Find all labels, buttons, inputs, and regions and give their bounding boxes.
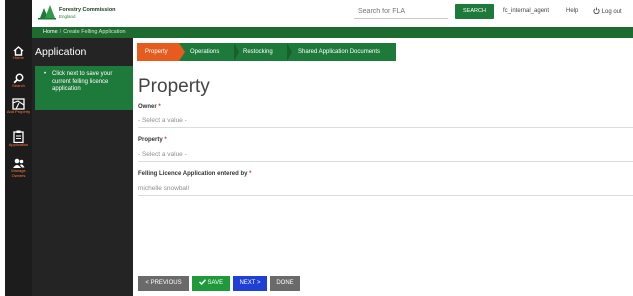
tab-separator xyxy=(287,43,292,61)
rail-item-home-label: Home xyxy=(13,55,24,60)
breadcrumb-current: Create Felling Application xyxy=(63,29,126,35)
rail-item-add-property-label: Add Property xyxy=(6,109,31,114)
rail-item-application-label: Application xyxy=(8,142,29,147)
user-link[interactable]: fc_internal_agent xyxy=(503,8,549,14)
owner-label: Owner * xyxy=(138,104,161,110)
application-sidebar: Application Click next to save your curr… xyxy=(32,38,133,296)
search-button[interactable]: SEARCH xyxy=(455,4,494,19)
sidebar-help-box: Click next to save your current felling … xyxy=(35,66,133,110)
page: Home Search Add Property Application Man… xyxy=(0,0,633,296)
logo-title: Forestry Commission xyxy=(59,7,116,13)
tab-operations-label: Operations xyxy=(190,49,220,55)
rail-item-application[interactable]: Application xyxy=(5,130,32,148)
breadcrumb-bar: Home / Create Felling Application xyxy=(32,27,633,38)
required-marker: * xyxy=(249,171,252,177)
power-icon xyxy=(593,7,600,15)
tab-separator xyxy=(234,43,239,61)
property-label-text: Property xyxy=(138,137,163,143)
required-marker: * xyxy=(164,137,167,143)
tab-shared-documents[interactable]: Shared Application Documents xyxy=(298,43,396,61)
rail-item-add-property[interactable]: Add Property xyxy=(5,98,32,115)
entered-by-label-text: Felling Licence Application entered by xyxy=(138,171,248,177)
help-link[interactable]: Help xyxy=(566,8,578,14)
rail-item-manage-owners-label: Manage Owners xyxy=(11,168,26,178)
rail-item-search[interactable]: Search xyxy=(5,73,32,89)
logout-link[interactable]: Log out xyxy=(593,7,622,15)
breadcrumb: Home / Create Felling Application xyxy=(43,29,126,36)
wizard-tabs: Property Operations Restocking Shared Ap… xyxy=(137,43,396,61)
sidebar-help-text: Click next to save your current felling … xyxy=(44,71,129,94)
save-button-label: SAVE xyxy=(207,280,224,286)
tab-shared-documents-label: Shared Application Documents xyxy=(298,49,381,55)
rail-item-manage-owners[interactable]: Manage Owners xyxy=(5,158,32,178)
property-select[interactable]: - Select a value - xyxy=(138,149,633,162)
owner-label-text: Owner xyxy=(138,104,157,110)
top-header: Forestry Commission England SEARCH fc_in… xyxy=(32,0,633,27)
owner-select[interactable]: - Select a value - xyxy=(138,115,633,128)
done-button[interactable]: DONE xyxy=(270,276,300,291)
search-input[interactable] xyxy=(354,4,448,19)
left-rail: Home Search Add Property Application Man… xyxy=(5,0,32,296)
tab-property-arrow xyxy=(179,43,185,61)
next-button[interactable]: NEXT > xyxy=(233,276,267,291)
save-button[interactable]: SAVE xyxy=(192,276,230,291)
tree-logo-icon xyxy=(38,5,56,20)
previous-button[interactable]: < PREVIOUS xyxy=(138,276,189,291)
required-marker: * xyxy=(158,104,161,110)
tab-property[interactable]: Property xyxy=(137,43,179,61)
check-icon xyxy=(198,278,206,285)
breadcrumb-home[interactable]: Home xyxy=(43,29,58,35)
entered-by-label: Felling Licence Application entered by * xyxy=(138,171,251,177)
tab-restocking-label: Restocking xyxy=(243,49,273,55)
rail-item-search-label: Search xyxy=(12,83,25,88)
tab-property-label: Property xyxy=(145,49,168,55)
forestry-commission-logo[interactable]: Forestry Commission England xyxy=(38,4,138,24)
logout-label: Log out xyxy=(601,9,622,15)
rail-item-home[interactable]: Home xyxy=(5,46,32,61)
page-title: Property xyxy=(138,76,210,97)
logo-subtitle: England xyxy=(59,13,76,19)
entered-by-field[interactable]: michelle snowball xyxy=(138,183,633,196)
sidebar-title: Application xyxy=(35,46,87,58)
property-label: Property * xyxy=(138,137,167,143)
